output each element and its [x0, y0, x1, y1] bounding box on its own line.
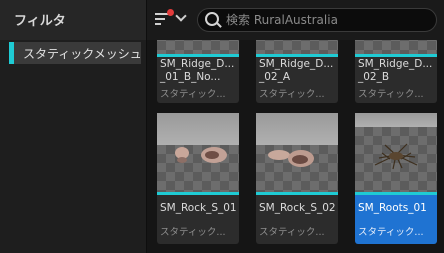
- asset-name: _02_B: [358, 71, 390, 83]
- asset-type-bar: [355, 54, 437, 57]
- asset-tile[interactable]: SM_Ridge_D... _01_B_No... スタティック...: [157, 40, 239, 103]
- asset-tile-selected[interactable]: SM_Roots_01 スタティック...: [355, 113, 437, 244]
- asset-grid: SM_Ridge_D... _01_B_No... スタティック... SM_R…: [147, 40, 444, 253]
- rock-shape: [292, 155, 308, 164]
- asset-type-bar: [157, 54, 239, 57]
- asset-tile[interactable]: SM_Ridge_D... _02_B スタティック...: [355, 40, 437, 103]
- search-icon: [205, 12, 219, 26]
- asset-name: SM_Rock_S_02: [259, 202, 336, 214]
- filter-item-label: スタティックメッシュ: [23, 47, 142, 61]
- search-input[interactable]: [226, 11, 426, 29]
- asset-type: スタティック...: [358, 89, 424, 100]
- asset-type: スタティック...: [259, 89, 325, 100]
- asset-thumbnail: [355, 113, 437, 192]
- asset-thumbnail: [256, 113, 338, 192]
- asset-type: スタティック...: [160, 227, 226, 238]
- asset-name: SM_Rock_S_01: [160, 202, 237, 214]
- asset-thumbnail: [157, 40, 239, 54]
- notification-dot: [167, 9, 174, 16]
- search-box[interactable]: [197, 8, 437, 32]
- filter-dropdown-button[interactable]: [155, 9, 191, 31]
- asset-type: スタティック...: [259, 227, 325, 238]
- asset-tile[interactable]: SM_Rock_S_01 スタティック...: [157, 113, 239, 244]
- asset-type-bar: [256, 192, 338, 195]
- asset-name: SM_Ridge_D...: [358, 58, 433, 70]
- asset-type: スタティック...: [160, 89, 226, 100]
- toolbar: [147, 0, 444, 40]
- content-browser: フィルタ スタティックメッシュ SM_Ridg: [0, 0, 444, 253]
- asset-name: SM_Roots_01: [358, 202, 427, 214]
- chevron-down-icon: [175, 10, 187, 22]
- filter-panel: フィルタ スタティックメッシュ: [0, 0, 147, 253]
- asset-tile[interactable]: SM_Ridge_D... _02_A スタティック...: [256, 40, 338, 103]
- asset-type: スタティック...: [358, 227, 424, 238]
- asset-type-bar: [157, 192, 239, 195]
- rock-shape: [177, 157, 187, 163]
- asset-name: SM_Ridge_D...: [160, 58, 235, 70]
- asset-type-bar: [355, 192, 437, 195]
- filter-title: フィルタ: [14, 14, 66, 29]
- asset-thumbnail: [355, 40, 437, 54]
- asset-tile[interactable]: SM_Rock_S_02 スタティック...: [256, 113, 338, 244]
- rock-shape: [268, 150, 290, 160]
- filter-header: フィルタ: [0, 0, 146, 40]
- asset-name: _02_A: [259, 71, 291, 83]
- asset-thumbnail: [256, 40, 338, 54]
- filter-icon: [155, 13, 169, 28]
- asset-type-bar: [256, 54, 338, 57]
- roots-shape: [374, 143, 418, 170]
- rock-shape: [205, 151, 219, 159]
- asset-name: SM_Ridge_D...: [259, 58, 334, 70]
- asset-name: _01_B_No...: [160, 71, 221, 83]
- filter-item-static-mesh[interactable]: スタティックメッシュ: [9, 42, 142, 64]
- asset-thumbnail: [157, 113, 239, 192]
